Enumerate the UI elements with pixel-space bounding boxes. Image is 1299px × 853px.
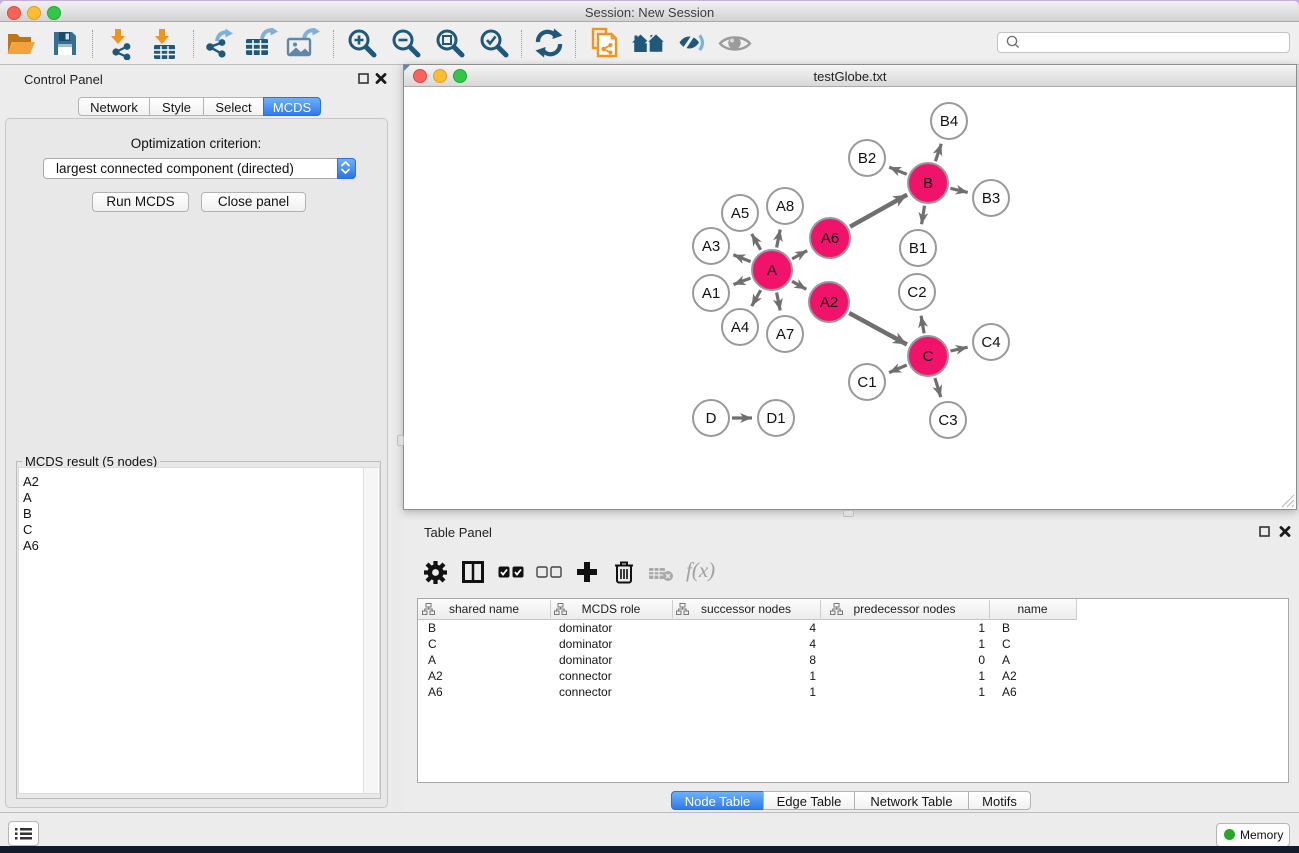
svg-text:C1: C1 xyxy=(857,374,876,391)
svg-text:B2: B2 xyxy=(858,150,876,167)
svg-text:B: B xyxy=(923,175,933,192)
svg-text:D: D xyxy=(706,410,717,427)
svg-text:A7: A7 xyxy=(776,326,794,343)
svg-text:A4: A4 xyxy=(731,319,749,336)
svg-text:A: A xyxy=(767,262,777,279)
svg-text:B4: B4 xyxy=(940,113,958,130)
svg-text:D1: D1 xyxy=(766,410,785,427)
svg-text:A6: A6 xyxy=(821,230,839,247)
svg-text:A8: A8 xyxy=(776,198,794,215)
svg-text:C3: C3 xyxy=(938,412,957,429)
svg-text:A2: A2 xyxy=(820,294,838,311)
svg-text:B3: B3 xyxy=(982,190,1000,207)
svg-text:A3: A3 xyxy=(702,238,720,255)
svg-text:A5: A5 xyxy=(731,205,749,222)
svg-text:A1: A1 xyxy=(702,285,720,302)
svg-text:C2: C2 xyxy=(907,284,926,301)
svg-text:C4: C4 xyxy=(981,334,1000,351)
svg-text:B1: B1 xyxy=(909,240,927,257)
svg-text:C: C xyxy=(923,348,934,365)
